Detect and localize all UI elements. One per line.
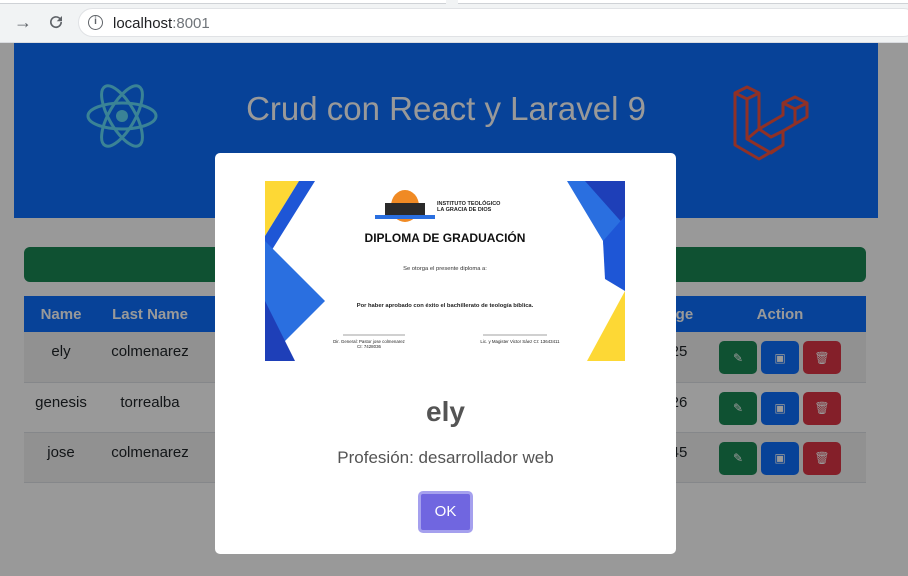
diploma-institute-line2: LA GRACIA DE DIOS: [437, 207, 492, 213]
browser-tab[interactable]: [0, 0, 446, 4]
address-bar[interactable]: i localhost:8001: [78, 8, 908, 37]
ok-button[interactable]: OK: [418, 491, 473, 533]
forward-arrow-icon[interactable]: →: [10, 9, 36, 35]
diploma-subtitle: Se otorga el presente diploma a:: [403, 266, 487, 272]
url-host: localhost: [113, 15, 173, 32]
info-icon[interactable]: i: [88, 15, 103, 30]
profile-modal: INSTITUTO TEOLÓGICO LA GRACIA DE DIOS DI…: [215, 153, 676, 554]
browser-toolbar: → i localhost:8001: [0, 0, 908, 43]
reload-icon[interactable]: [43, 9, 69, 35]
modal-profession: Profesión: desarrollador web: [337, 448, 554, 467]
browser-tab[interactable]: [458, 0, 908, 4]
diploma-sign-right: Lic. y Magister Victor Sáez CI: 13643411: [480, 339, 560, 344]
diploma-institute-line1: INSTITUTO TEOLÓGICO: [437, 199, 501, 207]
diploma-image: INSTITUTO TEOLÓGICO LA GRACIA DE DIOS DI…: [265, 181, 625, 361]
modal-name: ely: [426, 396, 465, 427]
diploma-sign-left-line2: CI: 7428036: [357, 344, 381, 349]
url-port: :8001: [172, 15, 210, 32]
diploma-title: DIPLOMA DE GRADUACIÓN: [365, 230, 526, 245]
diploma-reason: Por haber aprobado con éxito el bachille…: [357, 303, 534, 309]
